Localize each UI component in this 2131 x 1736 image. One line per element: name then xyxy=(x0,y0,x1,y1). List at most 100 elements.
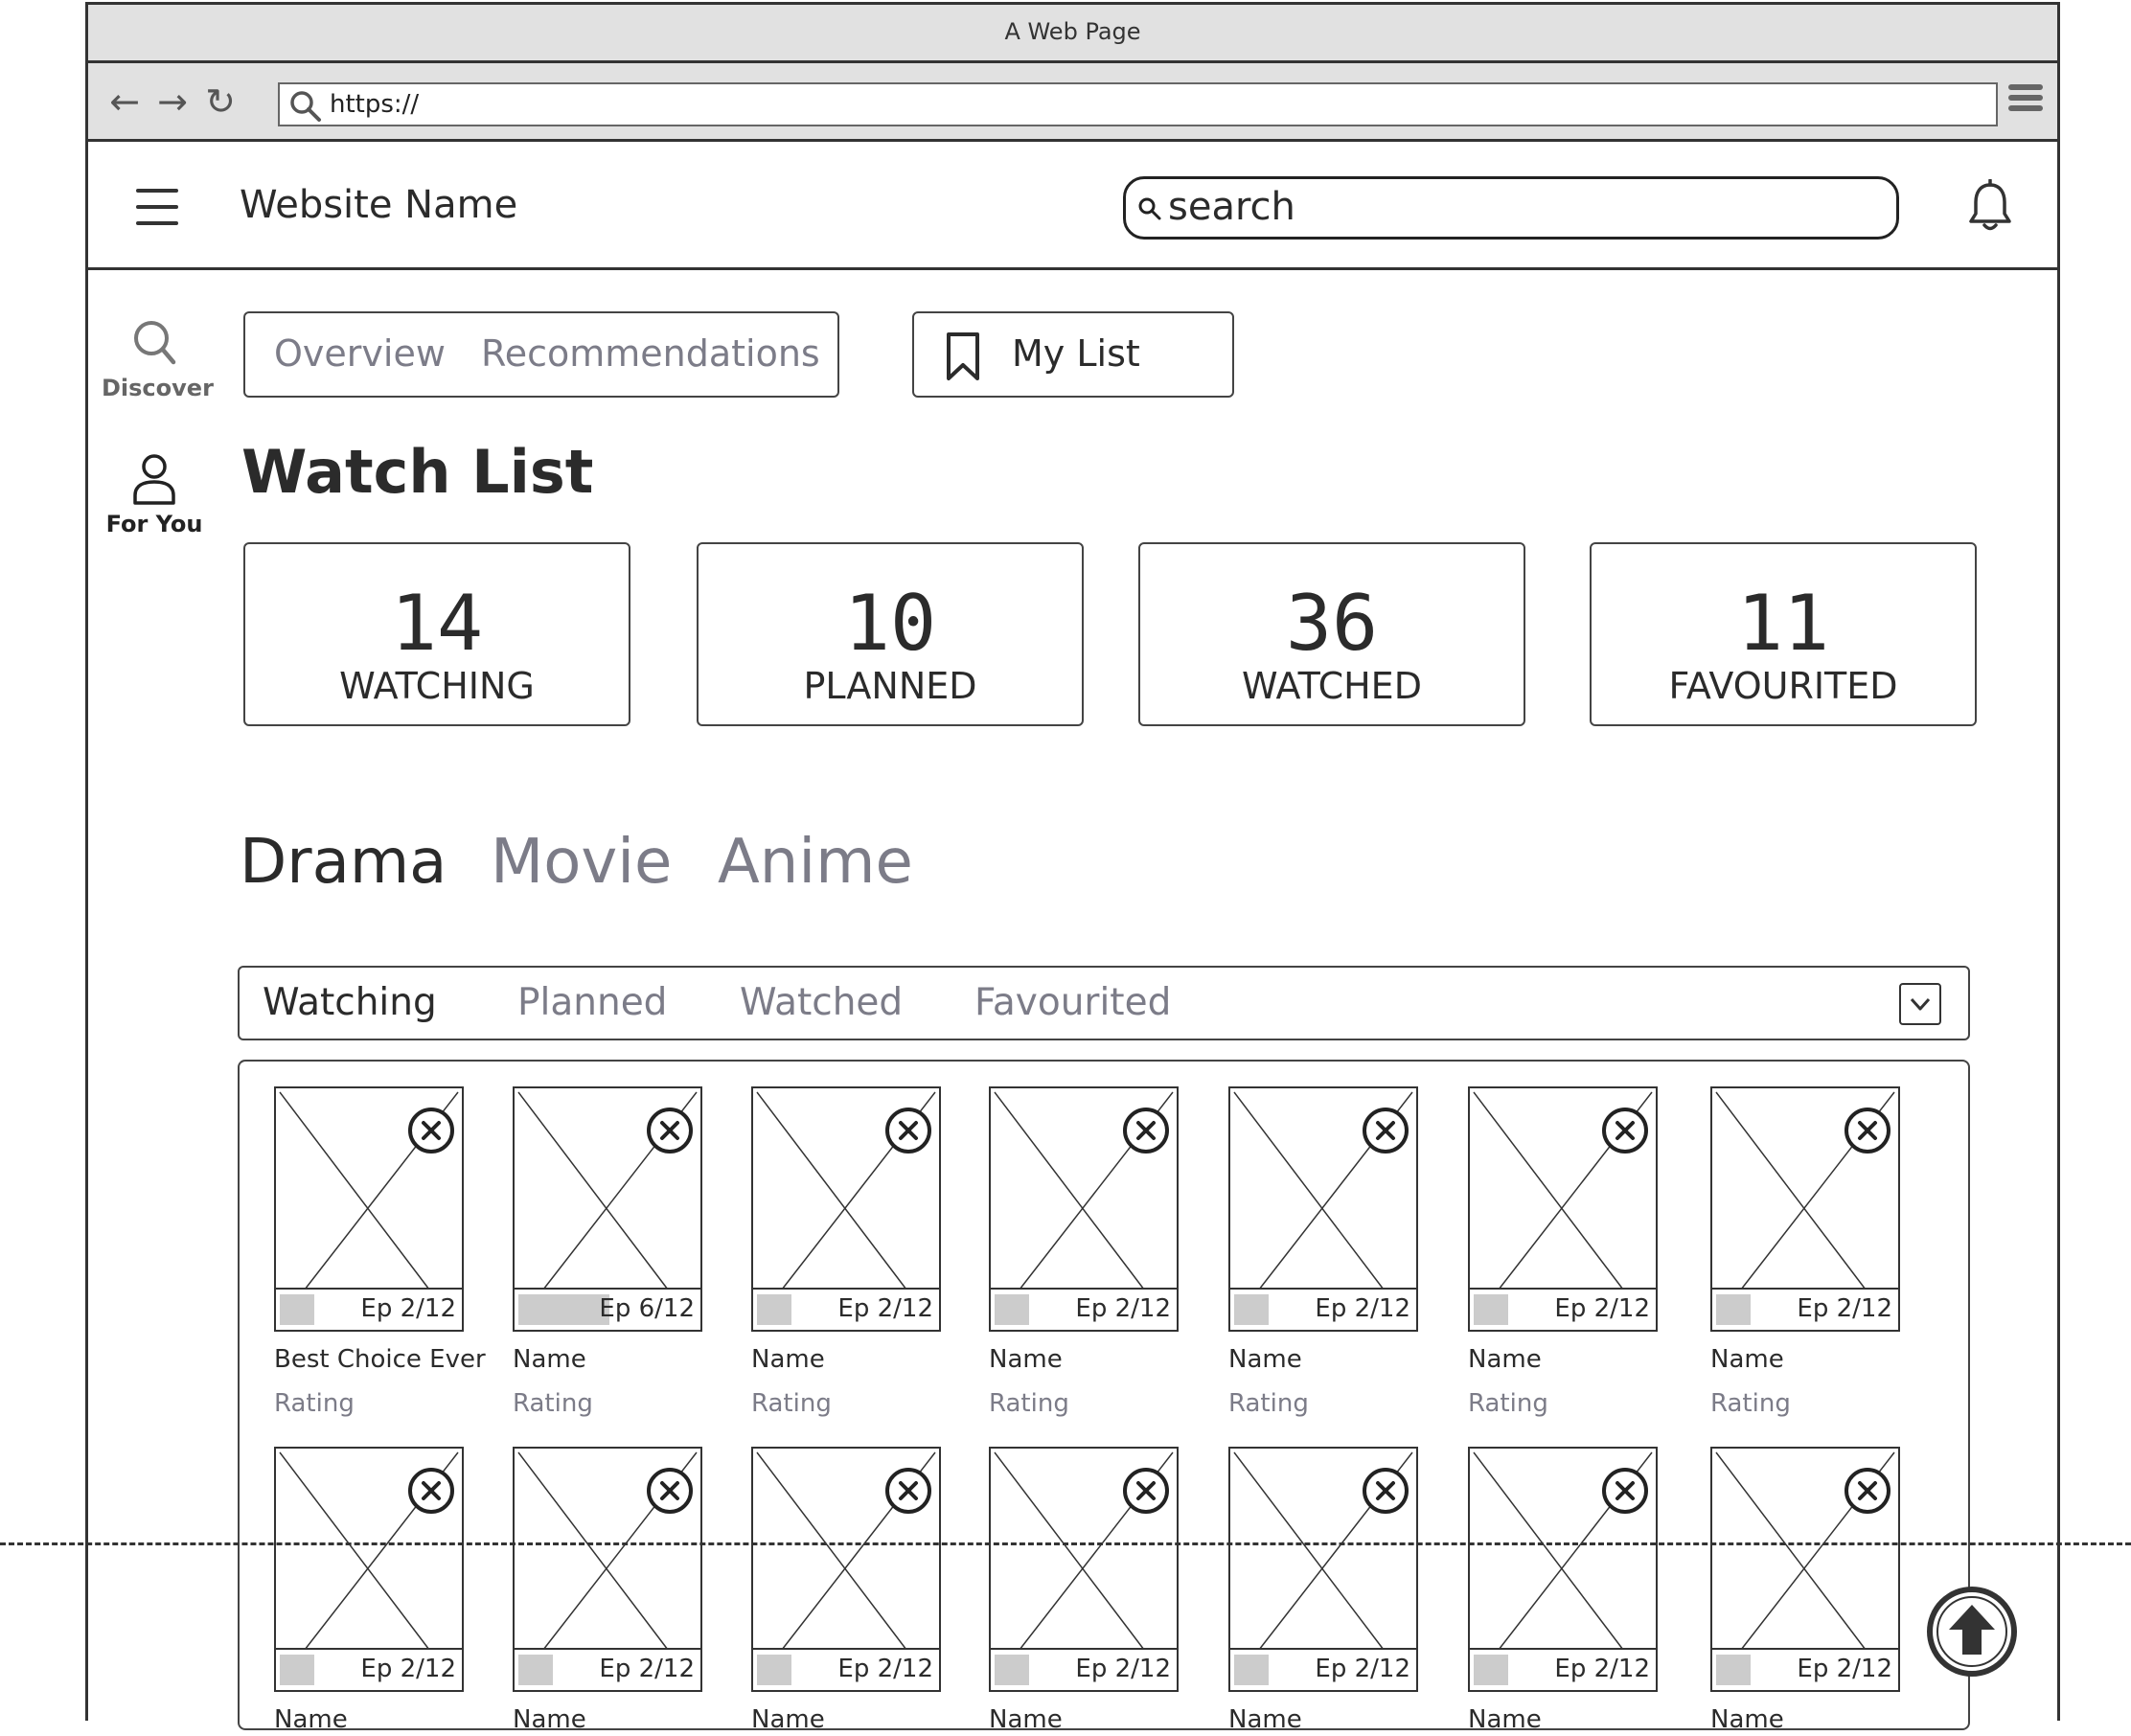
url-bar[interactable]: https:// xyxy=(278,82,1998,126)
episode-progress-bar: Ep 2/12 xyxy=(276,1648,462,1690)
poster-placeholder[interactable]: Ep 2/12 xyxy=(1228,1086,1418,1332)
remove-icon[interactable] xyxy=(883,1106,933,1155)
rail-item-for-you[interactable]: For You xyxy=(102,453,207,537)
stat-label: WATCHED xyxy=(1242,665,1422,707)
watch-card[interactable]: Ep 2/12 Name Rating xyxy=(1228,1086,1418,1420)
stat-card-planned[interactable]: 10 PLANNED xyxy=(697,542,1084,726)
remove-icon[interactable] xyxy=(1361,1106,1410,1155)
back-arrow-icon[interactable]: ← xyxy=(105,82,144,121)
watch-card[interactable]: Ep 2/12 Name xyxy=(274,1447,464,1736)
episode-count: Ep 2/12 xyxy=(1075,1294,1171,1323)
card-title[interactable]: Name xyxy=(274,1703,464,1736)
scroll-to-top-icon[interactable] xyxy=(1926,1586,2018,1678)
page-title: Watch List xyxy=(241,437,594,507)
progress-fill xyxy=(280,1655,314,1685)
site-name[interactable]: Website Name xyxy=(240,181,517,229)
card-title[interactable]: Name xyxy=(989,1703,1179,1736)
poster-placeholder[interactable]: Ep 2/12 xyxy=(1468,1086,1658,1332)
watch-card[interactable]: Ep 2/12 Name Rating xyxy=(989,1086,1179,1420)
card-title[interactable]: Name xyxy=(1710,1703,1900,1736)
card-title[interactable]: Name xyxy=(1228,1343,1418,1376)
watch-card[interactable]: Ep 2/12 Name xyxy=(513,1447,702,1736)
remove-icon[interactable] xyxy=(1600,1466,1650,1516)
search-input[interactable]: search xyxy=(1123,176,1899,240)
forward-arrow-icon[interactable]: → xyxy=(153,82,192,121)
card-title[interactable]: Name xyxy=(751,1703,941,1736)
card-title[interactable]: Name xyxy=(751,1343,941,1376)
remove-icon[interactable] xyxy=(1843,1106,1892,1155)
progress-fill xyxy=(995,1294,1029,1325)
stat-value: 36 xyxy=(1285,579,1379,668)
poster-placeholder[interactable]: Ep 2/12 xyxy=(1468,1447,1658,1692)
stat-card-watched[interactable]: 36 WATCHED xyxy=(1138,542,1525,726)
tab-drama[interactable]: Drama xyxy=(240,824,447,901)
card-rating: Rating xyxy=(274,1389,355,1418)
card-title[interactable]: Best Choice Ever xyxy=(274,1343,486,1376)
progress-fill xyxy=(757,1294,791,1325)
remove-icon[interactable] xyxy=(406,1466,456,1516)
tab-watching[interactable]: Watching xyxy=(263,968,437,1039)
card-title[interactable]: Name xyxy=(1228,1703,1418,1736)
remove-icon[interactable] xyxy=(1600,1106,1650,1155)
episode-progress-bar: Ep 2/12 xyxy=(276,1288,462,1330)
tab-movie[interactable]: Movie xyxy=(491,824,672,901)
remove-icon[interactable] xyxy=(645,1106,695,1155)
poster-placeholder[interactable]: Ep 2/12 xyxy=(989,1086,1179,1332)
poster-placeholder[interactable]: Ep 6/12 xyxy=(513,1086,702,1332)
remove-icon[interactable] xyxy=(1361,1466,1410,1516)
rail-item-label: Discover xyxy=(102,375,214,401)
stat-card-favourited[interactable]: 11 FAVOURITED xyxy=(1590,542,1977,726)
watch-card[interactable]: Ep 2/12 Name Rating xyxy=(751,1086,941,1420)
watch-card[interactable]: Ep 2/12 Name xyxy=(1710,1447,1900,1736)
remove-icon[interactable] xyxy=(1121,1466,1171,1516)
card-title[interactable]: Name xyxy=(1468,1703,1658,1736)
remove-icon[interactable] xyxy=(1843,1466,1892,1516)
poster-placeholder[interactable]: Ep 2/12 xyxy=(751,1086,941,1332)
watch-card[interactable]: Ep 2/12 Best Choice Ever Rating xyxy=(274,1086,486,1420)
tab-recommendations[interactable]: Recommendations xyxy=(481,313,820,394)
episode-progress-bar: Ep 2/12 xyxy=(753,1648,939,1690)
tab-anime[interactable]: Anime xyxy=(718,824,913,901)
card-title[interactable]: Name xyxy=(989,1343,1179,1376)
watch-card[interactable]: Ep 2/12 Name xyxy=(1468,1447,1658,1736)
watch-card[interactable]: Ep 2/12 Name Rating xyxy=(1710,1086,1900,1420)
tab-watched[interactable]: Watched xyxy=(740,968,903,1039)
card-title[interactable]: Name xyxy=(1710,1343,1900,1376)
poster-placeholder[interactable]: Ep 2/12 xyxy=(513,1447,702,1692)
episode-progress-bar: Ep 2/12 xyxy=(753,1288,939,1330)
card-title[interactable]: Name xyxy=(513,1703,702,1736)
poster-placeholder[interactable]: Ep 2/12 xyxy=(1710,1086,1900,1332)
watch-card-grid: Ep 2/12 Best Choice Ever Rating Ep 6/12 Name… xyxy=(238,1060,1970,1734)
poster-placeholder[interactable]: Ep 2/12 xyxy=(274,1447,464,1692)
card-title[interactable]: Name xyxy=(1468,1343,1658,1376)
remove-icon[interactable] xyxy=(883,1466,933,1516)
card-title[interactable]: Name xyxy=(513,1343,702,1376)
remove-icon[interactable] xyxy=(645,1466,695,1516)
watch-card[interactable]: Ep 6/12 Name Rating xyxy=(513,1086,702,1420)
watch-card[interactable]: Ep 2/12 Name xyxy=(751,1447,941,1736)
watch-card[interactable]: Ep 2/12 Name Rating xyxy=(1468,1086,1658,1420)
poster-placeholder[interactable]: Ep 2/12 xyxy=(989,1447,1179,1692)
browser-menu-icon[interactable] xyxy=(2008,84,2043,119)
tab-planned[interactable]: Planned xyxy=(517,968,667,1039)
chevron-down-icon[interactable] xyxy=(1899,983,1941,1025)
poster-placeholder[interactable]: Ep 2/12 xyxy=(1228,1447,1418,1692)
user-icon xyxy=(133,454,175,505)
watch-card[interactable]: Ep 2/12 Name xyxy=(989,1447,1179,1736)
tab-favourited[interactable]: Favourited xyxy=(974,968,1171,1039)
poster-placeholder[interactable]: Ep 2/12 xyxy=(274,1086,464,1332)
poster-placeholder[interactable]: Ep 2/12 xyxy=(1710,1447,1900,1692)
bell-icon[interactable] xyxy=(1966,179,2014,233)
remove-icon[interactable] xyxy=(1121,1106,1171,1155)
remove-icon[interactable] xyxy=(406,1106,456,1155)
stat-value: 14 xyxy=(390,579,484,668)
hamburger-menu-icon[interactable] xyxy=(136,189,178,225)
my-list-label: My List xyxy=(1012,332,1140,375)
rail-item-discover[interactable]: Discover xyxy=(102,319,214,401)
stat-card-watching[interactable]: 14 WATCHING xyxy=(243,542,630,726)
watch-card[interactable]: Ep 2/12 Name xyxy=(1228,1447,1418,1736)
tab-overview[interactable]: Overview xyxy=(274,313,446,394)
reload-icon[interactable]: ↻ xyxy=(201,82,240,121)
my-list-button[interactable]: My List xyxy=(912,311,1234,398)
poster-placeholder[interactable]: Ep 2/12 xyxy=(751,1447,941,1692)
